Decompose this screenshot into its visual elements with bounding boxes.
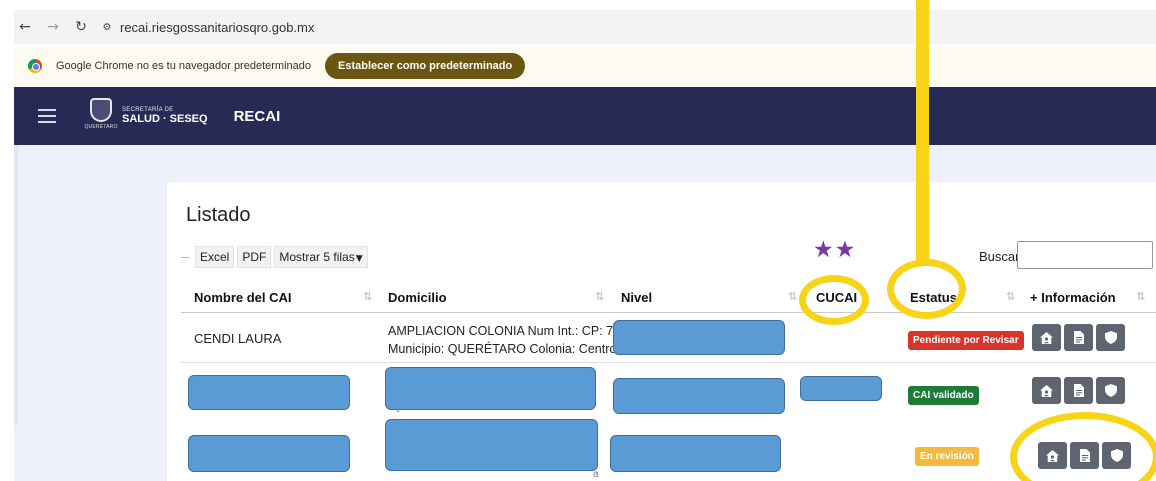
- row-actions: [1032, 324, 1125, 351]
- hamburger-menu-icon[interactable]: [38, 109, 56, 123]
- infobar-message: Google Chrome no es tu navegador predete…: [56, 60, 311, 72]
- sort-icon[interactable]: ⇅: [595, 290, 604, 303]
- pdf-button[interactable]: PDF: [237, 246, 272, 268]
- table-row: a En revisión: [181, 415, 1156, 481]
- table-row: CENDI LAURA AMPLIACION COLONIA Num Int.:…: [181, 316, 1156, 363]
- header-nivel[interactable]: Nivel: [621, 290, 652, 305]
- sort-icon[interactable]: ⇅: [1136, 290, 1145, 303]
- listado-card: Listado Excel PDF Mostrar 5 filas Buscar…: [167, 182, 1156, 481]
- redacted-nombre: [188, 375, 350, 410]
- search-input[interactable]: [1017, 241, 1153, 269]
- sort-icon[interactable]: ⇅: [788, 290, 797, 303]
- header-informacion[interactable]: + Información: [1030, 290, 1116, 305]
- shield-icon[interactable]: [1096, 324, 1125, 351]
- annotation-stars: ★★: [813, 237, 857, 263]
- status-badge: Pendiente por Revisar: [908, 331, 1024, 350]
- chrome-logo-icon: [28, 59, 42, 73]
- header-nombre[interactable]: Nombre del CAI: [194, 290, 292, 305]
- header-domicilio[interactable]: Domicilio: [388, 290, 447, 305]
- browser-address-bar: ← → ↻ ⚙ recai.riesgossanitariosqro.gob.m…: [14, 10, 1156, 44]
- document-icon[interactable]: [1064, 377, 1093, 404]
- rows-per-page-dropdown[interactable]: Mostrar 5 filas: [274, 246, 368, 268]
- left-edge: [14, 145, 18, 425]
- redacted-nivel: [613, 378, 785, 414]
- page-title: Listado: [186, 204, 251, 226]
- forward-arrow-icon[interactable]: →: [42, 16, 64, 38]
- brand-bottom-text: SALUD · SESEQ: [122, 113, 208, 125]
- table-header: Nombre del CAI ⇅ Domicilio ⇅ Nivel ⇅ CUC…: [181, 281, 1156, 313]
- status-badge: En revisión: [915, 447, 979, 466]
- house-user-icon[interactable]: [1032, 324, 1061, 351]
- toolbar-divider: [181, 256, 189, 258]
- house-user-icon[interactable]: [1032, 377, 1061, 404]
- status-badge: CAI validado: [908, 386, 979, 405]
- document-icon[interactable]: [1064, 324, 1093, 351]
- shield-icon[interactable]: [1096, 377, 1125, 404]
- back-arrow-icon[interactable]: ←: [14, 16, 36, 38]
- crest-icon: QUERÉTARO: [84, 98, 117, 134]
- table-toolbar: Excel PDF Mostrar 5 filas: [181, 246, 371, 268]
- annotation-circle-estatus: [887, 259, 966, 319]
- annotation-circle-cucai: [799, 275, 869, 325]
- redacted-domicilio: [385, 419, 598, 471]
- row-actions: [1032, 377, 1125, 404]
- excel-button[interactable]: Excel: [195, 246, 235, 268]
- default-browser-infobar: Google Chrome no es tu navegador predete…: [14, 47, 1156, 85]
- redacted-cucai: [800, 376, 882, 401]
- seseq-logo[interactable]: QUERÉTARO SECRETARÍA DE SALUD · SESEQ: [84, 98, 208, 134]
- redacted-domicilio: [385, 367, 596, 410]
- redacted-nivel: [613, 320, 785, 355]
- app-header: QUERÉTARO SECRETARÍA DE SALUD · SESEQ RE…: [14, 87, 1156, 145]
- table-row: QUERÉTARO Colonia: Centro CAI validado: [181, 363, 1156, 415]
- annotation-arrow: [916, 0, 929, 262]
- redacted-nivel: [610, 435, 781, 472]
- cell-nombre: CENDI LAURA: [194, 331, 282, 346]
- sort-icon[interactable]: ⇅: [1006, 290, 1015, 303]
- sort-icon[interactable]: ⇅: [363, 290, 372, 303]
- redacted-nombre: [188, 435, 350, 472]
- reload-icon[interactable]: ↻: [70, 16, 92, 38]
- cell-domicilio: AMPLIACION COLONIA Num Int.: CP: 76000 M…: [388, 324, 641, 356]
- site-info-icon[interactable]: ⚙: [98, 19, 116, 35]
- app-title[interactable]: RECAI: [234, 108, 281, 125]
- url-text[interactable]: recai.riesgossanitariosqro.gob.mx: [120, 20, 314, 35]
- set-default-button[interactable]: Establecer como predeterminado: [325, 53, 526, 79]
